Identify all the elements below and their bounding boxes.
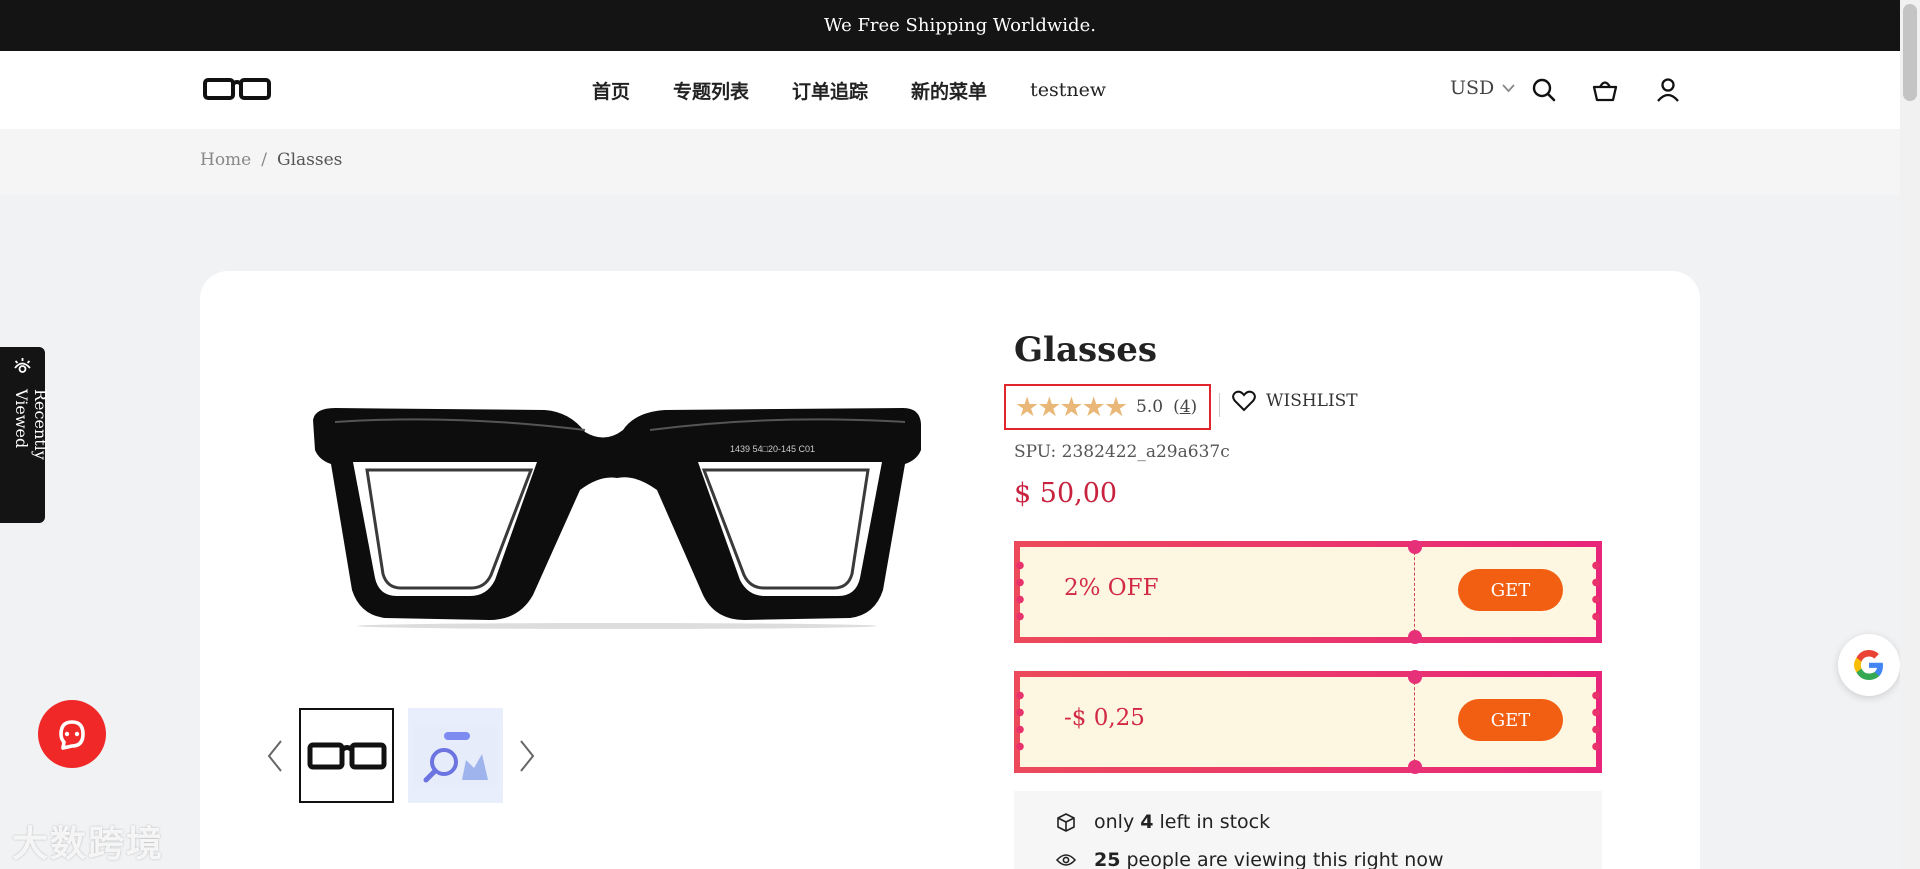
nav-item-home[interactable]: 首页 [592, 77, 630, 104]
cart-icon[interactable] [1591, 76, 1619, 104]
google-button[interactable] [1838, 634, 1900, 696]
search-icon[interactable] [1530, 76, 1558, 104]
recently-viewed-tab[interactable]: Recently Viewed [0, 347, 50, 523]
thumbnail-strip [265, 708, 537, 803]
nav-item-testnew[interactable]: testnew [1030, 79, 1106, 101]
magnifier-illustration-icon [413, 723, 498, 788]
chat-button[interactable] [38, 700, 106, 768]
divider [1219, 393, 1220, 417]
coupon-notch [1408, 670, 1422, 684]
rating-value: 5.0 [1136, 397, 1164, 417]
stock-text: only 4 left in stock [1094, 811, 1271, 833]
chat-icon [59, 720, 85, 750]
watermark-text: 大数跨境 [12, 824, 165, 865]
thumbnail-glasses[interactable] [299, 708, 394, 803]
currency-label: USD [1450, 77, 1495, 99]
coupon-divider [1414, 547, 1415, 637]
viewers-row: 25 people are viewing this right now [1056, 849, 1443, 869]
coupon-notch [1408, 540, 1422, 554]
coupon-notch [1408, 760, 1422, 774]
site-header: 首页 专题列表 订单追踪 新的菜单 testnew USD [0, 51, 1900, 129]
main-nav: 首页 专题列表 订单追踪 新的菜单 testnew [592, 51, 1106, 129]
scrollbar-thumb[interactable] [1903, 4, 1917, 101]
coupon-edge-dots [1592, 687, 1600, 757]
product-rating[interactable]: ★★★★★ 5.0 (4) [1004, 384, 1211, 430]
chevron-right-icon[interactable] [517, 739, 537, 773]
chevron-down-icon [1502, 83, 1515, 92]
box-icon [1057, 813, 1075, 832]
nav-item-topics[interactable]: 专题列表 [673, 77, 749, 104]
viewers-text: 25 people are viewing this right now [1094, 849, 1444, 869]
breadcrumb-current: Glasses [276, 150, 343, 170]
nav-item-new-menu[interactable]: 新的菜单 [911, 77, 987, 104]
eye-icon [1056, 854, 1076, 866]
glasses-thumbnail-icon [307, 742, 386, 769]
rating-stars-icon: ★★★★★ [1015, 391, 1128, 423]
chevron-left-icon[interactable] [265, 739, 285, 773]
coupon-get-button[interactable]: GET [1458, 699, 1563, 741]
account-icon[interactable] [1654, 76, 1682, 104]
breadcrumb-separator: / [261, 150, 267, 170]
coupon-edge-dots [1016, 557, 1024, 627]
breadcrumb: Home / Glasses [200, 150, 342, 170]
watermark-logo: 大数跨境 [12, 815, 164, 867]
coupon-label: 2% OFF [1064, 575, 1159, 601]
announcement-bar: We Free Shipping Worldwide. [0, 0, 1920, 51]
announcement-text: We Free Shipping Worldwide. [824, 15, 1096, 36]
coupon-card: -$ 0,25 GET [1014, 670, 1602, 774]
thumbnail-track-image[interactable] [408, 708, 503, 803]
rating-count[interactable]: 4 [1180, 397, 1191, 417]
rating-count-wrapper: (4) [1173, 397, 1198, 417]
google-icon [1854, 650, 1883, 680]
frame-print-text: 1439 54□20-145 C01 [730, 444, 815, 454]
glasses-logo-icon[interactable] [203, 73, 271, 105]
coupon-body: -$ 0,25 GET [1016, 670, 1600, 774]
coupon-edge-dots [1592, 557, 1600, 627]
coupon-edge-dots [1016, 687, 1024, 757]
stock-row: only 4 left in stock [1056, 811, 1270, 833]
heart-icon [1232, 390, 1256, 412]
nav-item-order-tracking[interactable]: 订单追踪 [792, 77, 868, 104]
product-title: Glasses [1014, 330, 1158, 370]
stock-info: only 4 left in stock 25 people are viewi… [1014, 791, 1602, 869]
eye-history-icon [14, 358, 31, 373]
currency-selector[interactable]: USD [1450, 77, 1515, 99]
coupon-get-button[interactable]: GET [1458, 569, 1563, 611]
coupon-label: -$ 0,25 [1064, 705, 1145, 731]
coupon-card: 2% OFF GET [1014, 540, 1602, 644]
wishlist-label: WISHLIST [1266, 391, 1358, 411]
coupon-notch [1408, 630, 1422, 644]
coupon-divider [1414, 677, 1415, 767]
recently-viewed-label: Recently Viewed [12, 389, 50, 460]
scrollbar-track[interactable] [1900, 0, 1920, 869]
wishlist-button[interactable]: WISHLIST [1232, 390, 1358, 412]
coupon-body: 2% OFF GET [1016, 540, 1600, 644]
product-main-image[interactable]: 1439 54□20-145 C01 [305, 400, 930, 630]
product-price: $ 50,00 [1014, 478, 1118, 509]
breadcrumb-home[interactable]: Home [200, 150, 251, 170]
breadcrumb-bar: Home / Glasses [0, 129, 1900, 195]
product-spu: SPU: 2382422_a29a637c [1014, 442, 1230, 462]
